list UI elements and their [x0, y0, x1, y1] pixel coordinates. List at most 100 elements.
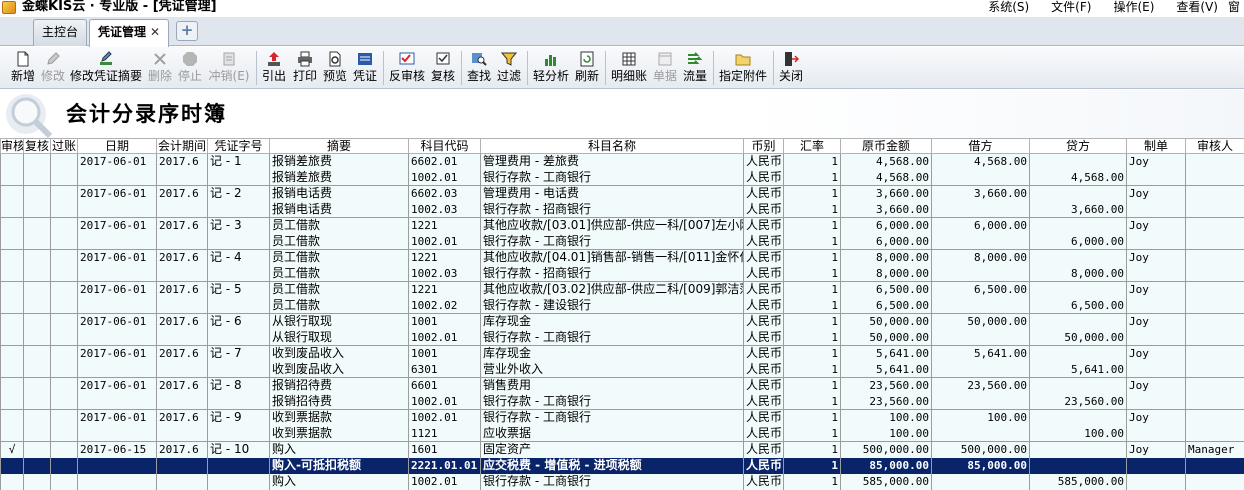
- table-row[interactable]: 2017-06-01 2017.6 记 - 5 员工借款 1221 其他应收款/[03.0…: [0, 281, 1244, 298]
- tab-home[interactable]: 主控台: [33, 19, 87, 46]
- add-tab-icon[interactable]: +: [176, 21, 198, 41]
- table-row[interactable]: 报销电话费 1002.03 银行存款 - 招商银行 人民币 1 3,660.00 3,660…: [0, 201, 1244, 218]
- table-row[interactable]: 报销招待费 1002.01 银行存款 - 工商银行 人民币 1 23,560.00 23,5…: [0, 393, 1244, 410]
- cell-auditor: [1185, 425, 1244, 442]
- preview-button[interactable]: 预览: [321, 47, 349, 89]
- cell-auditor: [1185, 249, 1244, 266]
- flow-button[interactable]: 流量: [681, 47, 709, 89]
- table-row[interactable]: 收到票据款 1121 应收票据 人民币 1 100.00 100.00: [0, 425, 1244, 442]
- cell-date: [77, 473, 157, 490]
- cell-code: 1002.01: [408, 329, 481, 346]
- cell-currency: 人民币: [743, 185, 784, 202]
- cell-code: 1002.03: [408, 201, 481, 218]
- print-button[interactable]: 打印: [291, 47, 319, 89]
- cell-currency: 人民币: [743, 329, 784, 346]
- column-header[interactable]: 凭证字号: [207, 138, 270, 154]
- table-row[interactable]: 2017-06-01 2017.6 记 - 6 从银行取现 1001 库存现金 人民币 1 50…: [0, 313, 1244, 330]
- table-row[interactable]: 员工借款 1002.03 银行存款 - 招商银行 人民币 1 8,000.00 8,000.…: [0, 265, 1244, 282]
- cell-voucher: [207, 201, 270, 218]
- column-header[interactable]: 币别: [743, 138, 784, 154]
- document-button[interactable]: 单据: [651, 47, 679, 89]
- unaudit-button[interactable]: 反审核: [387, 47, 427, 89]
- cell-audit: [0, 409, 24, 426]
- column-header[interactable]: 会计期间: [156, 138, 208, 154]
- attachment-button[interactable]: 指定附件: [717, 47, 769, 89]
- column-header[interactable]: 制单: [1126, 138, 1186, 154]
- cell-auditor: [1185, 345, 1244, 362]
- column-header[interactable]: 原币金额: [840, 138, 932, 154]
- cell-currency: 人民币: [743, 153, 784, 170]
- cell-account: 其他应收款/[03.02]供应部-供应二科/[009]郭洁萍: [480, 281, 744, 298]
- cell-summary: 员工借款: [269, 233, 409, 250]
- refresh-button[interactable]: 刷新: [573, 47, 601, 89]
- table-row[interactable]: 2017-06-01 2017.6 记 - 2 报销电话费 6602.03 管理费用 - …: [0, 185, 1244, 202]
- tab-close-icon[interactable]: ✕: [150, 20, 160, 45]
- menu-window[interactable]: 窗: [1228, 0, 1240, 16]
- column-header[interactable]: 摘要: [269, 138, 409, 154]
- reverse-button[interactable]: 冲销(E): [206, 47, 252, 89]
- cell-date: [77, 329, 157, 346]
- column-header[interactable]: 科目代码: [408, 138, 481, 154]
- cell-audit: [0, 185, 24, 202]
- table-row[interactable]: 购入 1002.01 银行存款 - 工商银行 人民币 1 585,000.00 585,00…: [0, 473, 1244, 490]
- table-row[interactable]: 2017-06-01 2017.6 记 - 3 员工借款 1221 其他应收款/[03.0…: [0, 217, 1244, 234]
- table-row[interactable]: √ 2017-06-15 2017.6 记 - 10 购入 1601 固定资产 人民币 1 500…: [0, 441, 1244, 458]
- cell-review: [23, 377, 51, 394]
- menu-operation[interactable]: 操作(E): [1113, 0, 1154, 16]
- cell-date: [77, 233, 157, 250]
- cell-audit: [0, 377, 24, 394]
- cell-maker: [1126, 201, 1186, 218]
- table-row[interactable]: 2017-06-01 2017.6 记 - 8 报销招待费 6601 销售费用 人民币 1 23…: [0, 377, 1244, 394]
- table-row[interactable]: 收到废品收入 6301 营业外收入 人民币 1 5,641.00 5,641.00: [0, 361, 1244, 378]
- cell-credit: [1029, 153, 1127, 170]
- window-title: 金蝶KIS云 · 专业版 - [凭证管理]: [22, 0, 217, 14]
- table-row[interactable]: 2017-06-01 2017.6 记 - 9 收到票据款 1002.01 银行存款 - …: [0, 409, 1244, 426]
- journal-grid[interactable]: 审核 复核 过账 日期 会计期间 凭证字号 摘要 科目代码 科目名称 币别 汇率 原币金额 借方 贷方 制单…: [0, 138, 1244, 490]
- table-row[interactable]: 员工借款 1002.01 银行存款 - 工商银行 人民币 1 6,000.00 6,000.…: [0, 233, 1244, 250]
- new-button[interactable]: 新增: [8, 47, 38, 89]
- voucher-button[interactable]: 凭证: [351, 47, 379, 89]
- edit-summary-button[interactable]: 修改凭证摘要: [69, 47, 143, 89]
- menu-view[interactable]: 查看(V): [1176, 0, 1218, 16]
- column-header[interactable]: 日期: [77, 138, 157, 154]
- light-analysis-button[interactable]: 轻分析: [531, 47, 571, 89]
- column-header[interactable]: 复核: [23, 138, 51, 154]
- menu-system[interactable]: 系统(S): [988, 0, 1029, 16]
- cell-maker: [1126, 297, 1186, 314]
- menu-file[interactable]: 文件(F): [1051, 0, 1091, 16]
- cell-date: [77, 297, 157, 314]
- tab-bar: 主控台 凭证管理 ✕ +: [0, 17, 1244, 47]
- edit-button[interactable]: 修改: [39, 47, 67, 89]
- find-button[interactable]: 查找: [465, 47, 493, 89]
- delete-button[interactable]: 删除: [146, 47, 174, 89]
- cell-date: [77, 393, 157, 410]
- cell-rate: 1: [783, 409, 841, 426]
- table-row[interactable]: 2017-06-01 2017.6 记 - 7 收到废品收入 1001 库存现金 人民币 1 5…: [0, 345, 1244, 362]
- table-row[interactable]: 员工借款 1002.02 银行存款 - 建设银行 人民币 1 6,500.00 6,500.…: [0, 297, 1244, 314]
- table-row[interactable]: 从银行取现 1002.01 银行存款 - 工商银行 人民币 1 50,000.00 50,0…: [0, 329, 1244, 346]
- recheck-button[interactable]: 复核: [429, 47, 457, 89]
- column-header[interactable]: 审核: [0, 138, 24, 154]
- close-button[interactable]: 关闭: [777, 47, 805, 89]
- cell-date: 2017-06-01: [77, 281, 157, 298]
- table-row[interactable]: 报销差旅费 1002.01 银行存款 - 工商银行 人民币 1 4,568.00 4,568…: [0, 169, 1244, 186]
- cell-rate: 1: [783, 297, 841, 314]
- ledger-button[interactable]: 明细账: [609, 47, 649, 89]
- cell-maker: Joy: [1126, 281, 1186, 298]
- filter-button[interactable]: 过滤: [495, 47, 523, 89]
- export-button[interactable]: 引出: [260, 47, 288, 89]
- column-header[interactable]: 汇率: [783, 138, 841, 154]
- column-header[interactable]: 借方: [931, 138, 1030, 154]
- table-row[interactable]: 2017-06-01 2017.6 记 - 4 员工借款 1221 其他应收款/[04.0…: [0, 249, 1244, 266]
- column-header[interactable]: 贷方: [1029, 138, 1127, 154]
- stop-button[interactable]: 停止: [176, 47, 204, 89]
- column-header[interactable]: 过账: [50, 138, 78, 154]
- cell-code: 1002.01: [408, 393, 481, 410]
- cell-currency: 人民币: [743, 345, 784, 362]
- column-header[interactable]: 科目名称: [480, 138, 744, 154]
- table-row[interactable]: 购入-可抵扣税额 2221.01.01 应交税费 - 增值税 - 进项税额 人民币 1 8…: [0, 457, 1244, 474]
- tab-voucher-management[interactable]: 凭证管理 ✕: [89, 19, 169, 47]
- cell-review: [23, 313, 51, 330]
- column-header[interactable]: 审核人: [1185, 138, 1244, 154]
- table-row[interactable]: 2017-06-01 2017.6 记 - 1 报销差旅费 6602.01 管理费用 - …: [0, 153, 1244, 170]
